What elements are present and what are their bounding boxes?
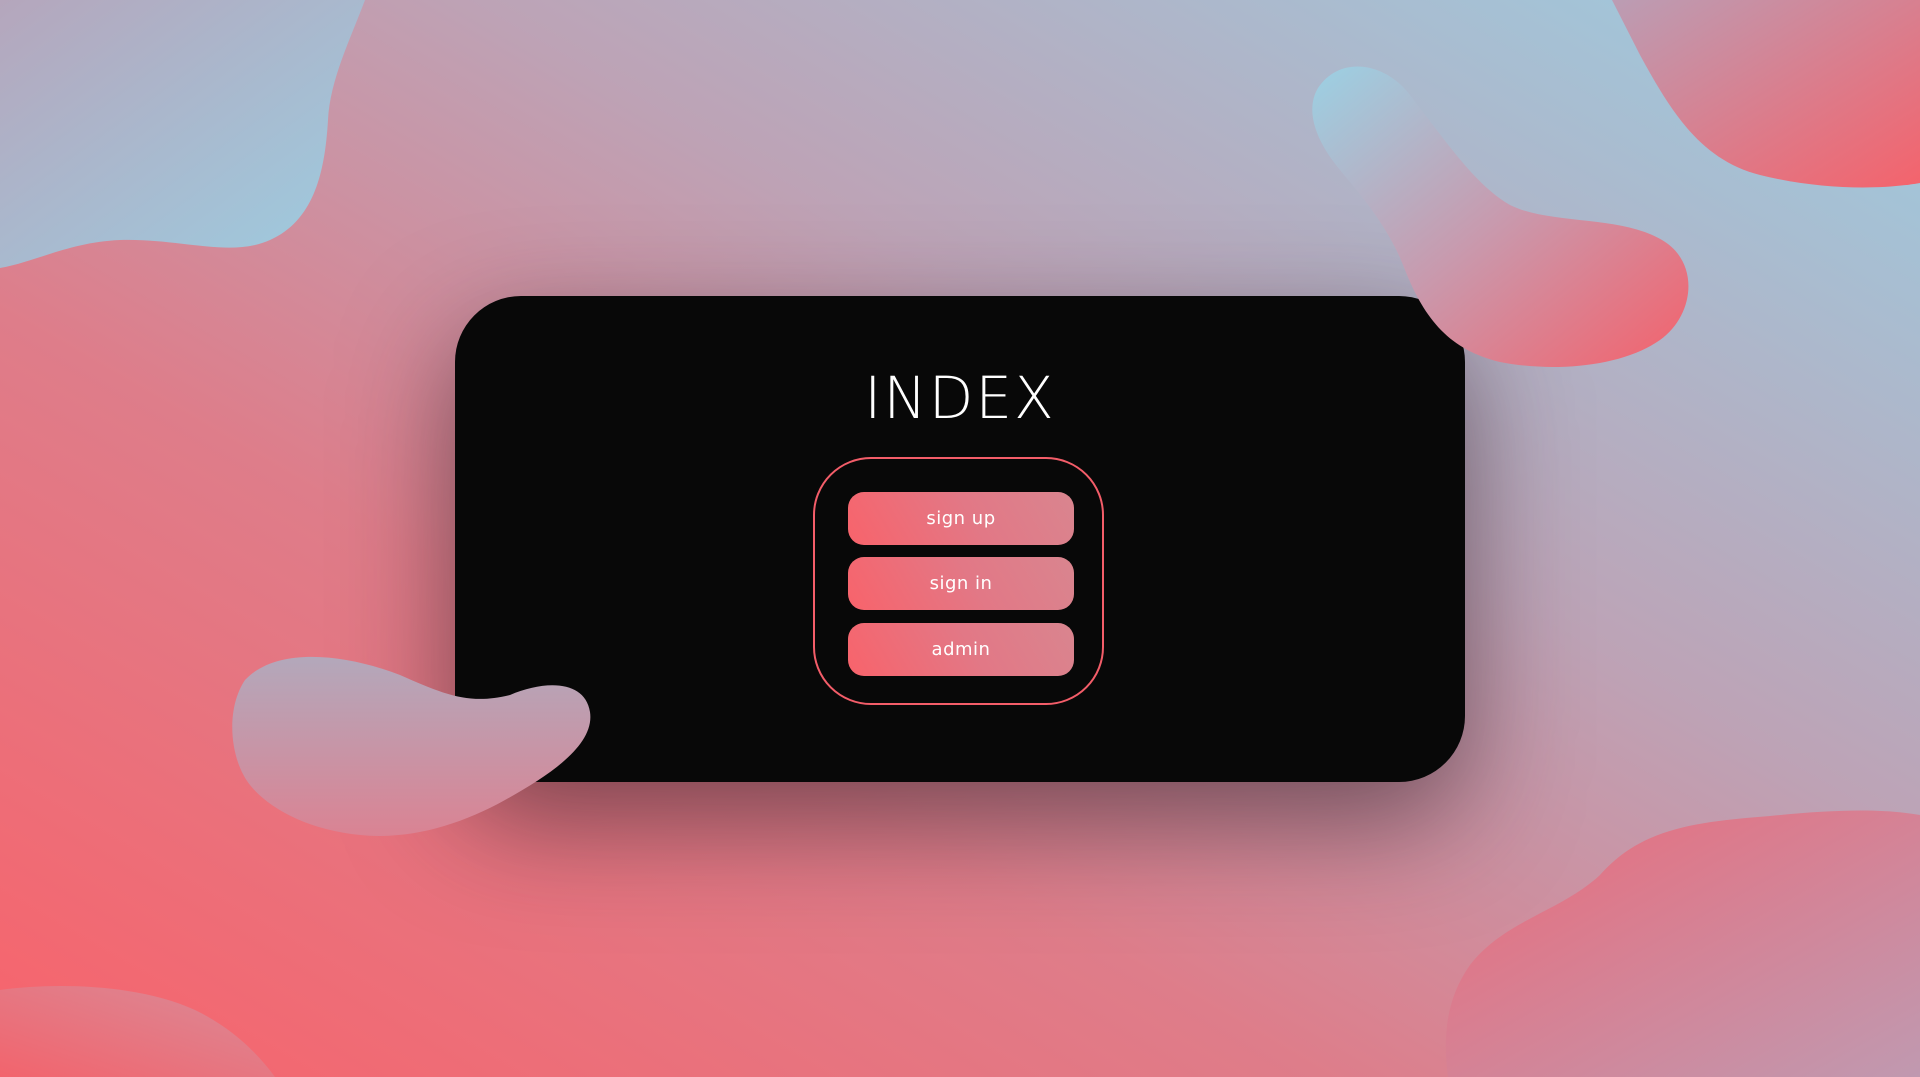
blob-bottom-right (1445, 810, 1920, 1077)
index-card: INDEX sign up sign in admin (455, 296, 1465, 782)
page-title: INDEX (864, 364, 1056, 432)
blob-top-left (0, 0, 365, 268)
admin-button[interactable]: admin (848, 623, 1074, 676)
sign-in-button[interactable]: sign in (848, 557, 1074, 610)
blob-bottom-left (0, 986, 275, 1077)
sign-up-button[interactable]: sign up (848, 492, 1074, 545)
blob-top-right (1612, 0, 1920, 188)
menu-container: sign up sign in admin (813, 457, 1104, 705)
